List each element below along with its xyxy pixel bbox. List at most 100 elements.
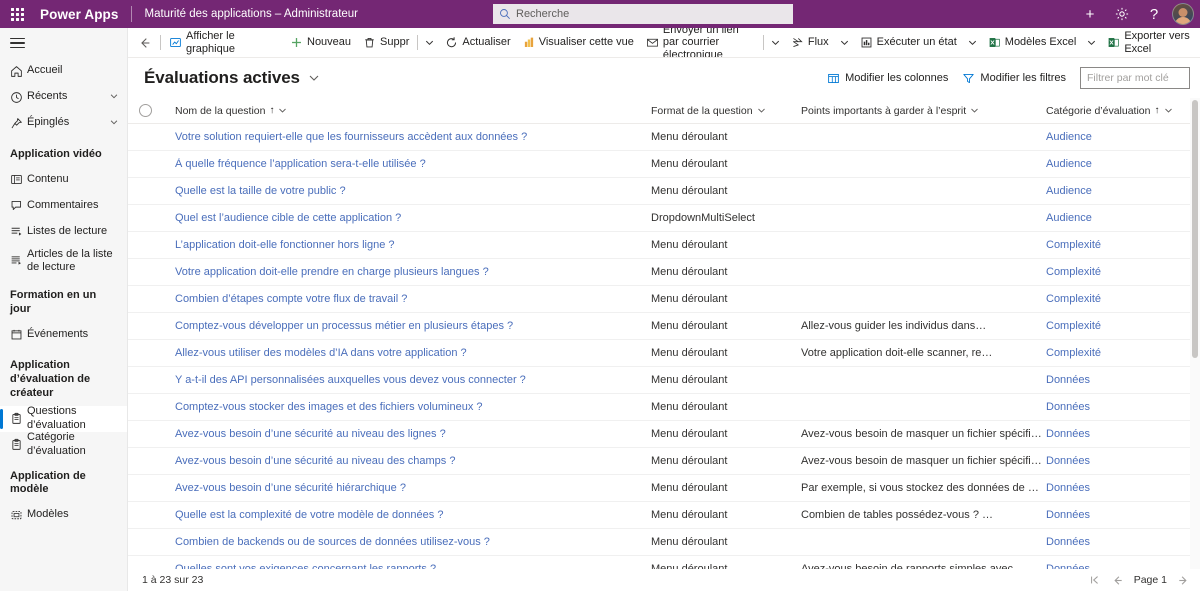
chevron-down-icon[interactable] [109, 91, 121, 104]
new-button[interactable]: Nouveau [284, 28, 357, 57]
table-row[interactable]: Votre application doit-elle prendre en c… [128, 259, 1200, 286]
question-name-link[interactable]: Comptez-vous stocker des images et des f… [175, 401, 483, 413]
category-link[interactable]: Données [1046, 536, 1090, 548]
chevron-down-icon[interactable] [1164, 106, 1173, 115]
question-name-link[interactable]: Comptez-vous développer un processus mét… [175, 320, 513, 332]
global-search[interactable] [493, 4, 793, 24]
question-name-link[interactable]: Avez-vous besoin d’une sécurité hiérarch… [175, 482, 406, 494]
view-title[interactable]: Évaluations actives [144, 68, 300, 88]
visualize-view-button[interactable]: Visualiser cette vue [517, 28, 640, 57]
column-header-format[interactable]: Format de la question [648, 105, 798, 117]
run-report-chevron[interactable] [963, 28, 982, 57]
category-link[interactable]: Audience [1046, 158, 1092, 170]
question-name-link[interactable]: Y a-t-il des API personnalisées auxquell… [175, 374, 526, 386]
delete-button[interactable]: Suppr [357, 28, 415, 57]
previous-page-button[interactable] [1111, 574, 1124, 587]
sidebar-item-evenements[interactable]: Événements [0, 321, 127, 347]
flow-button[interactable]: Flux [785, 28, 835, 57]
sidebar-item-articles-liste-lecture[interactable]: Articles de la liste de lecture [0, 245, 127, 277]
category-link[interactable]: Audience [1046, 131, 1092, 143]
grid-vertical-scrollbar[interactable] [1190, 98, 1200, 569]
sidebar-item-commentaires[interactable]: Commentaires [0, 193, 127, 219]
table-row[interactable]: Allez-vous utiliser des modèles d’IA dan… [128, 340, 1200, 367]
question-name-link[interactable]: Votre application doit-elle prendre en c… [175, 266, 489, 278]
category-link[interactable]: Données [1046, 509, 1090, 521]
table-row[interactable]: Votre solution requiert-elle que les fou… [128, 124, 1200, 151]
table-row[interactable]: Avez-vous besoin d’une sécurité hiérarch… [128, 475, 1200, 502]
sidebar-item-accueil[interactable]: Accueil [0, 58, 127, 84]
table-row[interactable]: L’application doit-elle fonctionner hors… [128, 232, 1200, 259]
email-overflow-chevron[interactable] [766, 28, 785, 57]
excel-templates-chevron[interactable] [1082, 28, 1101, 57]
brand-name[interactable]: Power Apps [34, 7, 131, 22]
table-row[interactable]: Avez-vous besoin d’une sécurité au nivea… [128, 448, 1200, 475]
table-row[interactable]: Comptez-vous développer un processus mét… [128, 313, 1200, 340]
settings-gear-button[interactable] [1106, 0, 1138, 28]
category-link[interactable]: Audience [1046, 212, 1092, 224]
delete-overflow-chevron[interactable] [420, 28, 439, 57]
question-name-link[interactable]: Avez-vous besoin d’une sécurité au nivea… [175, 428, 446, 440]
sidebar-item-listes-de-lecture[interactable]: Listes de lecture [0, 219, 127, 245]
run-report-button[interactable]: Exécuter un état [854, 28, 963, 57]
edit-columns-button[interactable]: Modifier les colonnes [821, 68, 954, 89]
global-search-input[interactable] [516, 8, 787, 20]
category-link[interactable]: Complexité [1046, 239, 1101, 251]
export-to-excel-button[interactable]: Exporter vers Excel [1101, 28, 1200, 57]
category-link[interactable]: Données [1046, 455, 1090, 467]
back-button[interactable] [132, 28, 158, 57]
table-row[interactable]: Combien d’étapes compte votre flux de tr… [128, 286, 1200, 313]
table-row[interactable]: Quel est l’audience cible de cette appli… [128, 205, 1200, 232]
next-page-button[interactable] [1177, 574, 1190, 587]
category-link[interactable]: Complexité [1046, 320, 1101, 332]
table-row[interactable]: Comptez-vous stocker des images et des f… [128, 394, 1200, 421]
sidebar-collapse-button[interactable] [0, 28, 127, 58]
category-link[interactable]: Données [1046, 482, 1090, 494]
category-link[interactable]: Données [1046, 563, 1090, 569]
table-row[interactable]: Quelles sont vos exigences concernant le… [128, 556, 1200, 569]
refresh-button[interactable]: Actualiser [439, 28, 516, 57]
category-link[interactable]: Complexité [1046, 293, 1101, 305]
flow-chevron[interactable] [835, 28, 854, 57]
sidebar-item-categorie-evaluation[interactable]: Catégorie d’évaluation [0, 431, 127, 458]
keyword-filter-box[interactable] [1080, 67, 1190, 89]
question-name-link[interactable]: Votre solution requiert-elle que les fou… [175, 131, 527, 143]
app-launcher-button[interactable] [0, 0, 34, 28]
view-selector-chevron[interactable] [308, 72, 320, 84]
question-name-link[interactable]: À quelle fréquence l’application sera-t-… [175, 158, 426, 170]
category-link[interactable]: Données [1046, 428, 1090, 440]
chevron-down-icon[interactable] [278, 106, 287, 115]
show-chart-button[interactable]: Afficher le graphique [163, 28, 284, 57]
sidebar-item-recents[interactable]: Récents [0, 84, 127, 110]
table-row[interactable]: Combien de backends ou de sources de don… [128, 529, 1200, 556]
chevron-down-icon[interactable] [109, 117, 121, 130]
question-name-link[interactable]: Combien d’étapes compte votre flux de tr… [175, 293, 407, 305]
question-name-link[interactable]: L’application doit-elle fonctionner hors… [175, 239, 395, 251]
question-name-link[interactable]: Quelles sont vos exigences concernant le… [175, 563, 436, 569]
question-name-link[interactable]: Quelle est la taille de votre public ? [175, 185, 346, 197]
sidebar-item-modeles[interactable]: Modèles [0, 502, 127, 528]
category-link[interactable]: Complexité [1046, 347, 1101, 359]
question-name-link[interactable]: Quel est l’audience cible de cette appli… [175, 212, 401, 224]
table-row[interactable]: Quelle est la taille de votre public ? Me… [128, 178, 1200, 205]
help-button[interactable]: ? [1138, 0, 1170, 28]
category-link[interactable]: Données [1046, 374, 1090, 386]
column-header-points[interactable]: Points importants à garder à l’esprit [798, 105, 1043, 117]
question-name-link[interactable]: Quelle est la complexité de votre modèle… [175, 509, 443, 521]
table-row[interactable]: À quelle fréquence l’application sera-t-… [128, 151, 1200, 178]
column-header-category[interactable]: Catégorie d’évaluation ↑ [1043, 105, 1186, 117]
table-row[interactable]: Avez-vous besoin d’une sécurité au nivea… [128, 421, 1200, 448]
keyword-filter-input[interactable] [1087, 72, 1183, 84]
question-name-link[interactable]: Combien de backends ou de sources de don… [175, 536, 490, 548]
sidebar-item-epingles[interactable]: Épinglés [0, 110, 127, 136]
user-avatar[interactable] [1172, 3, 1194, 25]
category-link[interactable]: Complexité [1046, 266, 1101, 278]
question-name-link[interactable]: Avez-vous besoin d’une sécurité au nivea… [175, 455, 455, 467]
column-header-name[interactable]: Nom de la question ↑ [163, 105, 648, 117]
send-link-by-email-button[interactable]: Envoyer un lien par courrier électroniqu… [640, 28, 761, 57]
sidebar-item-contenu[interactable]: Contenu [0, 167, 127, 193]
new-item-button[interactable]: + [1074, 0, 1106, 28]
table-row[interactable]: Y a-t-il des API personnalisées auxquell… [128, 367, 1200, 394]
question-name-link[interactable]: Allez-vous utiliser des modèles d’IA dan… [175, 347, 467, 359]
category-link[interactable]: Audience [1046, 185, 1092, 197]
select-all-radio[interactable] [139, 104, 152, 117]
